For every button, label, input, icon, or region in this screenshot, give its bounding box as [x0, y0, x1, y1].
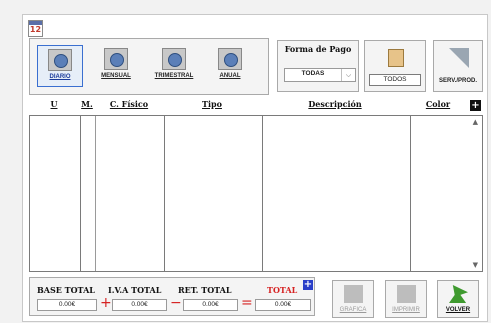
forma-pago-value: TODAS	[301, 70, 325, 77]
minus-operator: −	[170, 295, 182, 311]
mensual-label: MENSUAL	[101, 73, 131, 79]
col-divider	[262, 116, 263, 271]
chevron-down-icon[interactable]: ⌵	[341, 69, 355, 81]
col-header-descripcion[interactable]: Descripción	[261, 99, 409, 113]
iva-total-label: I.V.A TOTAL	[108, 285, 162, 295]
base-total-field: 0.00€	[37, 299, 97, 311]
diario-button[interactable]: DIARIO	[37, 45, 83, 87]
volver-button[interactable]: VOLVER	[437, 280, 479, 318]
grafica-button[interactable]: GRAFICA	[332, 280, 374, 318]
tools-icon	[449, 48, 469, 68]
col-header-color[interactable]: Color	[409, 99, 467, 113]
period-selector: DIARIO MENSUAL TRIMESTRAL ANUAL	[29, 38, 269, 95]
trimestral-calendar-icon	[162, 48, 186, 70]
base-total-label: BASE TOTAL	[37, 285, 95, 295]
iva-total-field: 0.00€	[112, 299, 167, 311]
scroll-down-icon[interactable]: ▼	[473, 261, 478, 269]
back-arrow-icon	[449, 285, 468, 303]
trimestral-button[interactable]: TRIMESTRAL	[149, 45, 199, 87]
grafica-label: GRAFICA	[339, 307, 367, 313]
diario-label: DIARIO	[49, 74, 71, 80]
col-divider	[95, 116, 96, 271]
mensual-button[interactable]: MENSUAL	[93, 45, 139, 87]
documents-icon	[388, 49, 404, 67]
anual-label: ANUAL	[219, 73, 241, 79]
expand-columns-icon[interactable]: +	[470, 100, 481, 111]
imprimir-label: IMPRIMIR	[392, 307, 420, 313]
serv-prod-label: SERV./PROD.	[438, 78, 477, 84]
col-divider	[164, 116, 165, 271]
totals-group: BASE TOTAL I.V.A TOTAL RET. TOTAL TOTAL …	[29, 277, 315, 316]
records-table: U M. C. Físico Tipo Descripción Color + …	[29, 99, 483, 272]
col-divider	[80, 116, 81, 271]
todos-button[interactable]: TODOS	[364, 40, 426, 92]
equals-operator: =	[241, 295, 253, 311]
col-header-c-fisico[interactable]: C. Físico	[95, 99, 163, 113]
col-header-u[interactable]: U	[29, 99, 79, 113]
serv-prod-button[interactable]: SERV./PROD.	[433, 40, 483, 92]
forma-pago-title: Forma de Pago	[284, 44, 352, 54]
trimestral-label: TRIMESTRAL	[154, 73, 194, 79]
col-header-m[interactable]: M.	[79, 99, 95, 113]
total-label: TOTAL	[267, 285, 298, 295]
anual-calendar-icon	[218, 48, 242, 70]
table-body[interactable]: ▲ ▼	[29, 115, 483, 272]
imprimir-button[interactable]: IMPRIMIR	[385, 280, 427, 318]
forma-pago-select[interactable]: TODAS ⌵	[284, 68, 356, 82]
chart-icon	[344, 285, 363, 303]
col-header-tipo[interactable]: Tipo	[163, 99, 261, 113]
ret-total-label: RET. TOTAL	[178, 285, 232, 295]
scroll-up-icon[interactable]: ▲	[473, 118, 478, 126]
diario-calendar-icon	[48, 49, 72, 71]
col-divider	[410, 116, 411, 271]
main-window: 12 DIARIO MENSUAL TRIMESTRAL ANUAL Forma…	[22, 14, 488, 322]
forma-pago-group: Forma de Pago TODAS ⌵	[277, 40, 359, 92]
volver-label: VOLVER	[445, 307, 471, 313]
anual-button[interactable]: ANUAL	[207, 45, 253, 87]
todos-label: TODOS	[369, 74, 421, 86]
calendar-day: 12	[29, 25, 42, 34]
plus-operator: +	[100, 295, 112, 311]
total-field: 0.00€	[255, 299, 311, 311]
printer-icon	[397, 285, 416, 303]
calendar-icon: 12	[28, 20, 43, 37]
ret-total-field: 0.00€	[183, 299, 238, 311]
mensual-calendar-icon	[104, 48, 128, 70]
add-icon[interactable]: +	[303, 280, 313, 290]
